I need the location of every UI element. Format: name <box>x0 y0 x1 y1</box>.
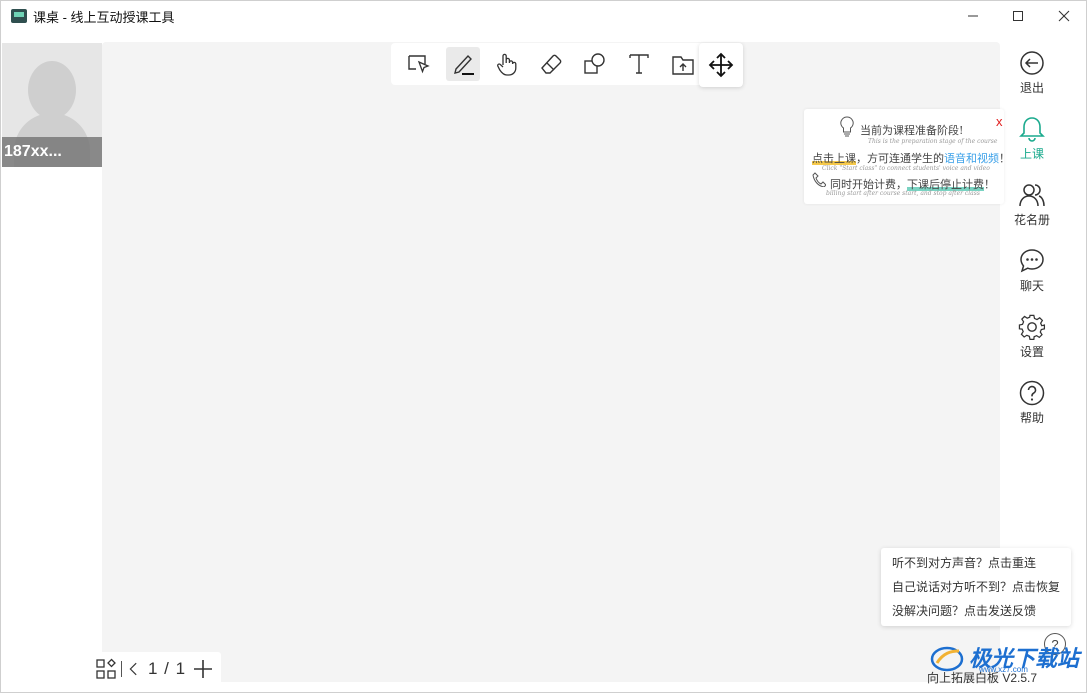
sidebar-item-label: 上课 <box>1019 147 1044 161</box>
app-window: 课桌 - 线上互动授课工具 187xx... x 当前为课程准备阶段! This… <box>0 0 1087 693</box>
notice-line-3-end: ！ <box>984 178 995 191</box>
send-feedback-link[interactable]: 没解决问题？点击发送反馈 <box>892 602 1071 626</box>
maximize-icon <box>1013 11 1023 21</box>
participant-panel: 187xx... <box>2 43 102 691</box>
watermark-logo-icon <box>930 646 964 672</box>
notice-sub-3: billing start after course start, and st… <box>826 190 980 197</box>
course-prep-notice: x 当前为课程准备阶段! This is the preparation sta… <box>804 109 1010 204</box>
drawing-toolbar <box>391 43 741 85</box>
page-indicator: 1 / 1 <box>148 659 187 678</box>
restore-mic-link[interactable]: 自己说话对方听不到？点击恢复 <box>892 578 1071 602</box>
page-navigator: 1 / 1 <box>89 652 221 686</box>
roster-icon <box>1019 184 1045 207</box>
sidebar-item-start-class[interactable]: 上课 <box>1000 115 1064 175</box>
gear-icon <box>1018 314 1046 341</box>
exit-icon <box>1020 51 1044 75</box>
participant-video[interactable]: 187xx... <box>2 43 102 167</box>
folder-upload-icon <box>672 56 694 75</box>
minimize-icon <box>968 15 978 17</box>
sidebar-item-label: 设置 <box>1019 345 1044 359</box>
notice-sub-1: This is the preparation stage of the cou… <box>868 138 998 145</box>
prev-page-icon[interactable] <box>126 658 142 680</box>
avatar-placeholder-head <box>28 61 76 119</box>
sidebar-item-chat[interactable]: 聊天 <box>1000 247 1064 307</box>
notice-start-class-text: 点击上课 <box>812 152 856 165</box>
bell-icon <box>1019 117 1045 142</box>
help-icon <box>1019 380 1045 406</box>
select-tool-button[interactable] <box>397 43 441 85</box>
sidebar-item-roster[interactable]: 花名册 <box>1000 181 1064 241</box>
troubleshoot-popup: 听不到对方声音？点击重连 自己说话对方听不到？点击恢复 没解决问题？点击发送反馈 <box>881 548 1071 626</box>
phone-icon <box>812 172 826 187</box>
sidebar-item-exit[interactable]: 退出 <box>1000 49 1064 109</box>
move-arrows-icon <box>708 52 734 78</box>
notice-line-1: 当前为课程准备阶段! <box>860 124 964 137</box>
eraser-icon <box>541 54 562 74</box>
notice-line-2: 点击上课，方可连通学生的语音和视频！ <box>812 150 1010 166</box>
pen-tool-button[interactable] <box>441 43 485 85</box>
thumbnails-grid-icon[interactable] <box>95 658 117 680</box>
sidebar-item-settings[interactable]: 设置 <box>1000 313 1064 373</box>
shape-tool-button[interactable] <box>573 43 617 85</box>
window-title: 课桌 - 线上互动授课工具 <box>33 9 175 25</box>
watermark-url: www.xz7.com <box>979 665 1028 674</box>
pen-icon <box>454 54 474 75</box>
text-tool-button[interactable] <box>617 43 661 85</box>
reconnect-audio-link[interactable]: 听不到对方声音？点击重连 <box>892 554 1071 578</box>
hand-tool-button[interactable] <box>485 43 529 85</box>
notice-sub-2: Click "Start class" to connect students'… <box>822 165 990 172</box>
select-cursor-icon <box>408 55 430 74</box>
shape-icon <box>584 53 605 74</box>
notice-line-2-mid: ，方可连通学生的 <box>856 152 944 165</box>
sidebar-item-label: 帮助 <box>1019 411 1044 425</box>
right-sidebar: 退出 上课 花名册 聊天 设置 帮助 <box>1000 43 1064 443</box>
sidebar-item-label: 花名册 <box>1013 213 1050 227</box>
close-icon <box>1058 10 1070 22</box>
sidebar-item-help[interactable]: 帮助 <box>1000 379 1064 439</box>
hand-icon <box>497 53 517 76</box>
close-window-button[interactable] <box>1041 1 1087 31</box>
chat-icon <box>1020 249 1044 273</box>
lightbulb-icon <box>840 116 854 137</box>
sidebar-item-label: 退出 <box>1019 81 1044 95</box>
app-logo-icon <box>11 9 27 23</box>
sidebar-item-label: 聊天 <box>1019 279 1044 293</box>
notice-voice-video-text: 语音和视频 <box>944 152 999 165</box>
participant-name: 187xx... <box>2 137 102 167</box>
text-icon <box>629 54 649 74</box>
move-toolbar-button[interactable] <box>699 43 743 87</box>
eraser-tool-button[interactable] <box>529 43 573 85</box>
add-page-icon[interactable] <box>192 658 214 680</box>
title-bar: 课桌 - 线上互动授课工具 <box>1 1 1087 31</box>
minimize-button[interactable] <box>950 1 996 31</box>
maximize-button[interactable] <box>995 1 1041 31</box>
pager-divider <box>121 661 122 677</box>
